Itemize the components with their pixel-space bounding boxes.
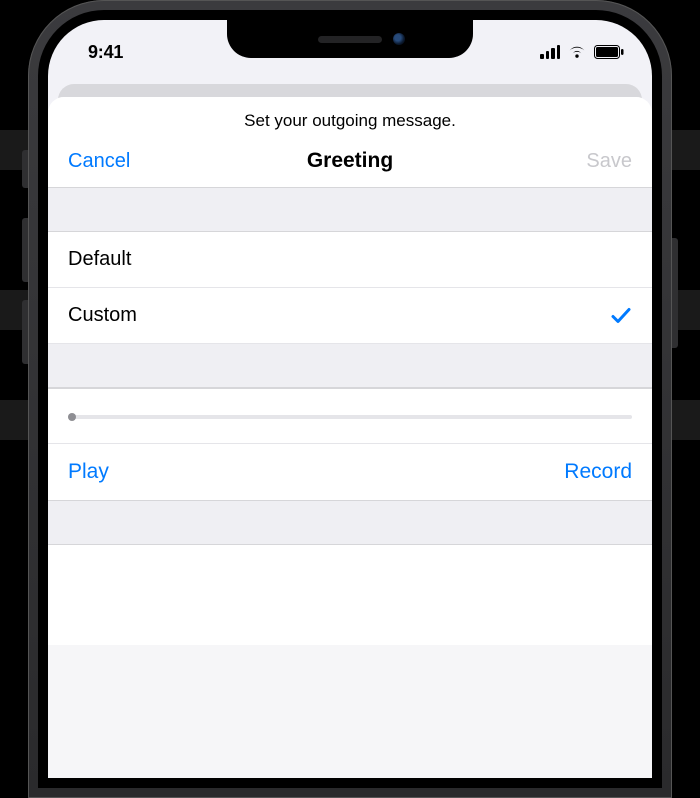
sheet-caption: Set your outgoing message. [48,97,652,141]
cellular-signal-icon [540,45,560,59]
group-gap [48,188,652,232]
earpiece [318,36,382,43]
play-button[interactable]: Play [68,460,109,484]
action-row: Play Record [48,444,652,501]
nav-bar: Cancel Greeting Save [48,141,652,188]
playback-progress[interactable] [48,388,652,444]
front-camera [393,33,405,45]
greeting-sheet: Set your outgoing message. Cancel Greeti… [48,97,652,778]
group-gap [48,501,652,545]
checkmark-icon [610,305,632,327]
save-button[interactable]: Save [542,150,632,173]
battery-icon [594,45,624,59]
option-row-default[interactable]: Default [48,232,652,288]
phone-frame: 9:41 Set your outgoing message. [28,0,672,798]
phone-bezel: 9:41 Set your outgoing message. [38,10,662,788]
group-gap [48,344,652,388]
status-indicators [540,35,630,59]
wifi-icon [567,45,587,59]
option-label: Default [68,248,131,271]
notch [227,20,473,58]
option-row-custom[interactable]: Custom [48,288,652,344]
blank-section [48,545,652,645]
cancel-button[interactable]: Cancel [68,150,158,173]
status-time: 9:41 [74,32,123,63]
power-button [672,238,678,348]
progress-track [68,415,632,419]
nav-title: Greeting [307,149,393,173]
record-button[interactable]: Record [564,460,632,484]
progress-thumb[interactable] [68,413,76,421]
screen: 9:41 Set your outgoing message. [48,20,652,778]
option-label: Custom [68,304,137,327]
